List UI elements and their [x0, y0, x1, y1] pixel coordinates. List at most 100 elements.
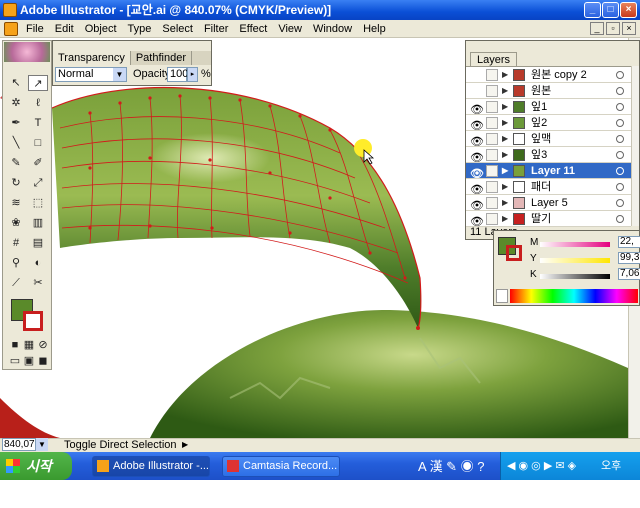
target-icon[interactable] — [616, 135, 624, 143]
menu-file[interactable]: File — [21, 20, 50, 38]
expand-triangle-icon[interactable]: ▶ — [502, 115, 508, 131]
lock-toggle[interactable] — [486, 165, 498, 177]
tab-layers[interactable]: Layers — [470, 52, 518, 66]
menu-view[interactable]: View — [273, 20, 308, 38]
layer-row[interactable]: 👁 ▶ 잎2 — [466, 115, 631, 132]
layer-row[interactable]: 👁 ▶ 패더 — [466, 179, 631, 196]
lock-toggle[interactable] — [486, 69, 498, 81]
gradient-tool-icon[interactable]: ▤ — [28, 235, 48, 251]
channel-k-value[interactable]: 7,06 — [618, 268, 640, 280]
doc-restore-button[interactable]: ▫ — [606, 22, 620, 35]
target-icon[interactable] — [616, 71, 624, 79]
taskbar-item-camtasia[interactable]: Camtasia Record... — [222, 456, 340, 477]
menu-help[interactable]: Help — [358, 20, 392, 38]
tab-pathfinder[interactable]: Pathfinder — [131, 51, 192, 65]
eye-icon[interactable]: 👁 — [470, 118, 484, 132]
line-tool-icon[interactable]: ╲ — [6, 135, 26, 151]
expand-triangle-icon[interactable]: ▶ — [502, 131, 508, 147]
eye-icon[interactable]: 👁 — [470, 198, 484, 212]
pen-tool-icon[interactable]: ✒ — [6, 115, 26, 131]
menu-type[interactable]: Type — [123, 20, 158, 38]
pencil-tool-icon[interactable]: ✐ — [28, 155, 48, 171]
layer-row[interactable]: 👁 ▶ 잎1 — [466, 99, 631, 116]
menu-effect[interactable]: Effect — [234, 20, 273, 38]
channel-m-slider[interactable] — [540, 242, 610, 247]
maximize-button[interactable]: □ — [602, 2, 619, 18]
paintbrush-tool-icon[interactable]: ✎ — [6, 155, 26, 171]
channel-k-slider[interactable] — [540, 274, 610, 279]
expand-triangle-icon[interactable]: ▶ — [502, 195, 508, 211]
close-button[interactable]: × — [620, 2, 637, 18]
expand-triangle-icon[interactable]: ▶ — [502, 67, 508, 83]
language-bar[interactable]: A 漢 ✎ ◉ ? — [418, 456, 498, 476]
target-icon[interactable] — [616, 103, 624, 111]
eye-icon[interactable]: 👁 — [470, 150, 484, 164]
warp-tool-icon[interactable]: ≋ — [6, 195, 26, 211]
eye-icon[interactable]: 👁 — [470, 214, 484, 228]
rotate-tool-icon[interactable]: ↻ — [6, 175, 26, 191]
lock-toggle[interactable] — [486, 197, 498, 209]
layer-row[interactable]: 👁 ▶ 딸기 — [466, 211, 631, 228]
expand-triangle-icon[interactable]: ▶ — [502, 179, 508, 195]
target-icon[interactable] — [616, 87, 624, 95]
lock-toggle[interactable] — [486, 133, 498, 145]
lock-toggle[interactable] — [486, 213, 498, 225]
lock-toggle[interactable] — [486, 85, 498, 97]
color-spectrum-bar[interactable] — [510, 289, 638, 303]
channel-m-value[interactable]: 22, — [618, 236, 640, 248]
start-button[interactable]: 시작 — [0, 452, 72, 480]
target-icon[interactable] — [616, 215, 624, 223]
scale-tool-icon[interactable]: ⤢ — [28, 175, 48, 191]
doc-minimize-button[interactable]: _ — [590, 22, 604, 35]
expand-triangle-icon[interactable]: ▶ — [502, 163, 508, 179]
lasso-tool-icon[interactable]: ℓ — [28, 95, 48, 111]
channel-y-value[interactable]: 99,3 — [618, 252, 640, 264]
chevron-down-icon[interactable]: ▼ — [113, 68, 126, 81]
target-icon[interactable] — [616, 199, 624, 207]
target-icon[interactable] — [616, 167, 624, 175]
free-transform-tool-icon[interactable]: ⬚ — [28, 195, 48, 211]
full-screen-icon[interactable]: ◼ — [33, 353, 53, 369]
eye-icon[interactable]: 👁 — [470, 102, 484, 116]
expand-triangle-icon[interactable]: ▶ — [502, 147, 508, 163]
document-icon[interactable] — [4, 21, 18, 36]
eyedropper-tool-icon[interactable]: ⚲ — [6, 255, 26, 271]
none-mode-icon[interactable]: ⊘ — [33, 337, 53, 353]
symbol-sprayer-tool-icon[interactable]: ❀ — [6, 215, 26, 231]
expand-triangle-icon[interactable]: ▶ — [502, 83, 508, 99]
channel-y-slider[interactable] — [540, 258, 610, 263]
lock-toggle[interactable] — [486, 149, 498, 161]
eye-icon[interactable]: 👁 — [470, 182, 484, 196]
status-menu-arrow-icon[interactable]: ▶ — [182, 438, 188, 452]
menu-edit[interactable]: Edit — [50, 20, 80, 38]
menu-object[interactable]: Object — [80, 20, 123, 38]
target-icon[interactable] — [616, 119, 624, 127]
blend-mode-select[interactable]: Normal ▼ — [55, 67, 127, 82]
magic-wand-tool-icon[interactable]: ✲ — [6, 95, 26, 111]
opacity-stepper[interactable]: ▸ — [187, 67, 198, 82]
stroke-color-swatch[interactable] — [23, 311, 43, 331]
blend-tool-icon[interactable]: ◐ — [28, 255, 48, 271]
layer-row-selected[interactable]: 👁 ▶ Layer 11 — [466, 163, 631, 180]
menu-filter[interactable]: Filter — [199, 20, 234, 38]
layers-scrollbar[interactable] — [631, 66, 639, 226]
eye-icon[interactable]: 👁 — [470, 166, 484, 180]
target-icon[interactable] — [616, 183, 624, 191]
menu-window[interactable]: Window — [308, 20, 358, 38]
layer-row[interactable]: 👁 ▶ 잎맥 — [466, 131, 631, 148]
direct-selection-tool-icon[interactable]: ↗ — [28, 75, 48, 91]
expand-triangle-icon[interactable]: ▶ — [502, 211, 508, 227]
lock-toggle[interactable] — [486, 101, 498, 113]
tab-transparency[interactable]: Transparency — [53, 51, 131, 65]
tray-icons[interactable]: ◀ ◉ ◎ ▶ ✉ ◈ — [507, 452, 576, 480]
zoom-chevron-down-icon[interactable]: ▼ — [36, 438, 48, 451]
graph-tool-icon[interactable]: ▥ — [28, 215, 48, 231]
doc-close-button[interactable]: × — [622, 22, 636, 35]
opacity-input[interactable]: 100 — [167, 67, 188, 82]
lock-toggle[interactable] — [486, 181, 498, 193]
zoom-field[interactable]: 840,07 — [2, 438, 36, 451]
type-tool-icon[interactable]: T — [28, 115, 48, 131]
taskbar-item-illustrator[interactable]: Adobe Illustrator -... — [92, 456, 210, 477]
color-stroke-swatch[interactable] — [506, 245, 522, 261]
slice-tool-icon[interactable]: ⟋ — [6, 275, 26, 291]
